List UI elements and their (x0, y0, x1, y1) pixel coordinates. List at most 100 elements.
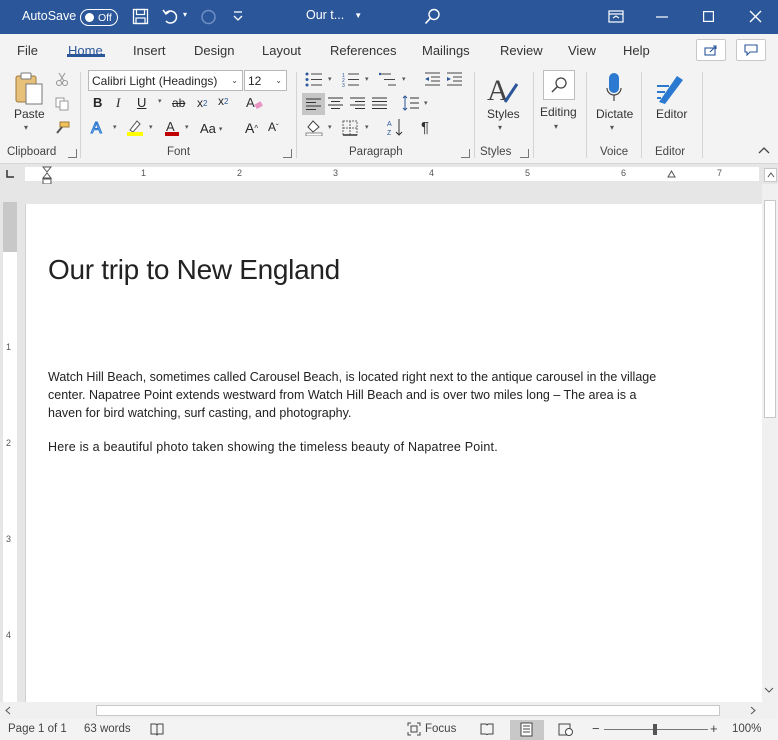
tab-file[interactable]: File (17, 43, 38, 58)
italic-icon[interactable]: I (116, 95, 120, 111)
align-right-icon[interactable] (350, 97, 365, 110)
scroll-right-icon[interactable] (750, 706, 756, 715)
font-launcher-icon[interactable] (283, 149, 292, 158)
tab-references[interactable]: References (330, 43, 396, 58)
word-count[interactable]: 63 words (84, 723, 131, 735)
text-effects-dropdown-icon[interactable]: ▾ (110, 123, 117, 131)
dictate-dropdown-icon[interactable]: ▾ (610, 123, 614, 132)
numbering-icon[interactable]: 123 (342, 72, 360, 87)
scroll-left-icon[interactable] (5, 706, 11, 715)
editing-search-icon[interactable] (543, 70, 575, 100)
tab-insert[interactable]: Insert (133, 43, 166, 58)
tab-mailings[interactable]: Mailings (422, 43, 470, 58)
tab-review[interactable]: Review (500, 43, 543, 58)
styles-dropdown-icon[interactable]: ▾ (498, 123, 502, 132)
horizontal-scrollbar[interactable] (0, 702, 778, 719)
shading-dropdown-icon[interactable]: ▾ (325, 123, 332, 131)
paste-icon[interactable] (14, 72, 44, 106)
editing-label[interactable]: Editing (540, 105, 577, 119)
align-left-icon[interactable] (302, 93, 325, 115)
decrease-indent-icon[interactable] (424, 72, 441, 87)
dictate-label[interactable]: Dictate (596, 107, 633, 121)
zoom-slider-handle[interactable] (653, 724, 657, 735)
borders-icon[interactable] (342, 120, 358, 136)
web-layout-icon[interactable] (558, 722, 573, 737)
paste-dropdown-icon[interactable]: ▾ (24, 123, 28, 132)
increase-indent-icon[interactable] (446, 72, 463, 87)
align-center-icon[interactable] (328, 97, 343, 110)
zoom-level[interactable]: 100% (732, 723, 761, 735)
collapse-ribbon-icon[interactable] (758, 146, 770, 154)
tab-selector-icon[interactable] (5, 169, 15, 179)
line-spacing-dropdown-icon[interactable]: ▾ (421, 99, 428, 107)
tab-help[interactable]: Help (623, 43, 650, 58)
vertical-scrollbar[interactable] (762, 184, 778, 702)
justify-icon[interactable] (372, 97, 387, 110)
numbering-dropdown-icon[interactable]: ▾ (362, 75, 369, 83)
document-paragraph[interactable]: Watch Hill Beach, sometimes called Carou… (48, 368, 668, 422)
borders-dropdown-icon[interactable]: ▾ (362, 123, 369, 131)
clear-formatting-icon[interactable]: A (246, 95, 263, 111)
vertical-scroll-thumb[interactable] (764, 200, 776, 418)
tab-view[interactable]: View (568, 43, 596, 58)
focus-icon[interactable] (407, 722, 421, 736)
zoom-in-button[interactable]: + (710, 721, 718, 736)
sort-icon[interactable]: AZ (387, 118, 405, 137)
bold-icon[interactable]: B (93, 95, 102, 110)
focus-label[interactable]: Focus (425, 723, 456, 735)
undo-dropdown-icon[interactable]: ▾ (183, 10, 187, 19)
document-title[interactable]: Our t... ▼ (306, 8, 362, 22)
tab-layout[interactable]: Layout (262, 43, 301, 58)
comments-button[interactable] (736, 39, 766, 61)
font-color-icon[interactable]: A (164, 119, 180, 136)
customize-toolbar-icon[interactable] (233, 9, 243, 23)
page-info[interactable]: Page 1 of 1 (8, 723, 67, 735)
grow-font-icon[interactable]: A ^ (245, 120, 258, 136)
change-case-icon[interactable]: Aa ▾ (200, 121, 222, 136)
underline-dropdown-icon[interactable]: ▾ (155, 97, 162, 105)
paste-label[interactable]: Paste (14, 107, 45, 121)
print-layout-icon[interactable] (520, 722, 533, 737)
maximize-icon[interactable] (703, 11, 714, 22)
save-icon[interactable] (132, 8, 149, 25)
scroll-up-icon[interactable] (764, 168, 777, 182)
font-name-select[interactable]: Calibri Light (Headings) ⌄ (88, 70, 243, 91)
horizontal-scroll-thumb[interactable] (96, 705, 720, 716)
strikethrough-icon[interactable]: ab (172, 96, 185, 110)
superscript-icon[interactable]: x2 (218, 94, 228, 108)
indent-marker[interactable] (42, 166, 52, 184)
close-icon[interactable] (749, 10, 762, 23)
clipboard-launcher-icon[interactable] (68, 149, 77, 158)
share-button[interactable] (696, 39, 726, 61)
show-formatting-icon[interactable]: ¶ (421, 119, 429, 136)
line-spacing-icon[interactable] (402, 95, 420, 111)
search-icon[interactable] (424, 8, 441, 25)
shading-icon[interactable] (305, 119, 323, 136)
read-mode-icon[interactable] (480, 723, 494, 735)
autosave-toggle[interactable]: Off (80, 9, 118, 26)
document-paragraph[interactable]: Here is a beautiful photo taken showing … (48, 438, 668, 456)
styles-label[interactable]: Styles (487, 107, 520, 121)
editor-icon[interactable] (655, 72, 691, 104)
document-heading[interactable]: Our trip to New England (48, 254, 340, 286)
shrink-font-icon[interactable]: Aˇ (268, 120, 279, 134)
bullets-icon[interactable] (305, 72, 323, 87)
highlight-dropdown-icon[interactable]: ▾ (146, 123, 153, 131)
underline-icon[interactable]: U (137, 95, 146, 110)
text-effects-icon[interactable]: A (90, 119, 107, 136)
undo-icon[interactable] (162, 8, 179, 25)
highlight-color-icon[interactable] (126, 119, 144, 136)
multilevel-dropdown-icon[interactable]: ▾ (399, 75, 406, 83)
subscript-icon[interactable]: x2 (197, 96, 207, 110)
editing-dropdown-icon[interactable]: ▾ (554, 122, 558, 131)
minimize-icon[interactable] (656, 16, 668, 18)
ribbon-display-icon[interactable] (608, 10, 624, 23)
proofing-icon[interactable] (150, 722, 164, 736)
zoom-out-button[interactable]: − (592, 721, 600, 736)
multilevel-list-icon[interactable] (379, 72, 397, 87)
tab-design[interactable]: Design (194, 43, 234, 58)
styles-icon[interactable]: A (485, 72, 521, 106)
font-size-select[interactable]: 12 ⌄ (244, 70, 287, 91)
scroll-down-icon[interactable] (764, 686, 774, 694)
format-painter-icon[interactable] (54, 121, 70, 135)
